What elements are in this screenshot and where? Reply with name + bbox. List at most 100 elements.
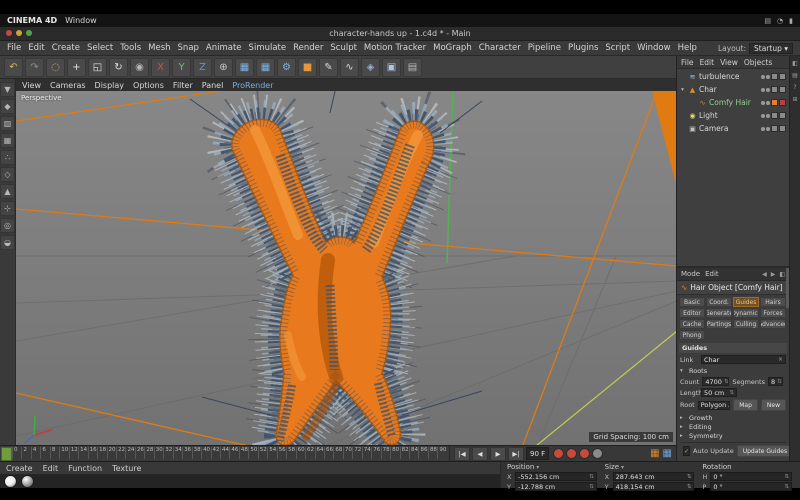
timeline-tick[interactable]: 26 [135,447,144,459]
menu-item[interactable]: Select [87,43,113,53]
size-field[interactable]: 287.643 cm⇅ [613,472,695,481]
menu-item[interactable]: MoGraph [433,43,472,53]
timeline-tick[interactable]: 32 [163,447,172,459]
tab-Partings[interactable]: Partings [706,319,732,329]
map-button[interactable]: Map [733,399,758,411]
render-view-icon[interactable]: ▦ [235,58,254,77]
menu-item[interactable]: Snap [178,43,199,53]
play-button[interactable]: ▶ [490,447,506,461]
viewport-menu-item[interactable]: Cameras [50,81,86,90]
timeline-tick[interactable]: 74 [362,447,371,459]
back-icon[interactable]: ◀ [762,271,767,278]
object-tag-icon[interactable] [771,86,778,93]
window-control-button[interactable] [6,30,12,36]
timeline-tick[interactable]: 66 [324,447,333,459]
viewport-solo-icon[interactable]: ◎ [0,218,15,233]
timeline-tick[interactable]: 40 [201,447,210,459]
timeline-tick[interactable]: 54 [267,447,276,459]
material-menu-item[interactable]: Create [6,464,33,473]
timeline-tick[interactable]: 76 [371,447,380,459]
timeline-tick[interactable]: 16 [88,447,97,459]
menu-item[interactable]: Tools [120,43,141,53]
timeline-tick[interactable]: 8 [50,447,59,459]
tab-Phong[interactable]: Phong [679,330,705,340]
timeline-tick[interactable]: 28 [144,447,153,459]
record-key-icon[interactable] [566,448,577,459]
link-field[interactable]: Char× [701,355,786,364]
menu-item[interactable]: Motion Tracker [364,43,426,53]
timeline-tick[interactable]: 72 [352,447,361,459]
subdivision-icon[interactable]: ◈ [361,58,380,77]
lock-y-icon[interactable]: Y [172,58,191,77]
timeline-tick[interactable]: 10 [59,447,68,459]
keyframe-selection-icon[interactable]: ▦ [650,449,659,459]
help-icon[interactable]: ? [793,84,796,91]
menu-item[interactable]: Script [605,43,630,53]
points-mode-icon[interactable]: ∴ [0,150,15,165]
lock-z-icon[interactable]: Z [193,58,212,77]
timeline-tick[interactable]: 30 [154,447,163,459]
material-thumbnail[interactable] [21,475,34,488]
timeline-ruler[interactable]: 0246810121416182022242628303234363840424… [0,446,449,461]
tab-Editor[interactable]: Editor [679,308,705,318]
timeline-tick[interactable]: 52 [258,447,267,459]
editor-enable-dot[interactable] [761,88,765,92]
guides-section-header[interactable]: Guides [679,343,787,353]
timeline-tick[interactable]: 84 [409,447,418,459]
render-settings-icon[interactable]: ⚙ [277,58,296,77]
clear-icon[interactable]: × [778,356,783,363]
update-guides-button[interactable]: Update Guides [737,445,789,457]
timeline-tick[interactable]: 78 [381,447,390,459]
add-cube-icon[interactable]: ■ [298,58,317,77]
auto-update-checkbox[interactable]: ✓ [683,446,690,456]
enable-axis-icon[interactable]: ⊹ [0,201,15,216]
spline-tool-icon[interactable]: ∿ [340,58,359,77]
timeline-tick[interactable]: 68 [333,447,342,459]
mode-menu[interactable]: Mode [681,270,700,278]
tab-Forces[interactable]: Forces [760,308,786,318]
chevron-down-icon[interactable]: ▾ [536,464,539,471]
object-tag-icon[interactable] [779,125,786,132]
viewport-canvas[interactable] [16,91,676,445]
length-field[interactable]: 50 cm⇅ [701,388,737,397]
timeline-playhead[interactable] [1,447,12,461]
section-toggle-Editing[interactable]: ▸ Editing [680,422,786,431]
timeline-tick[interactable]: 14 [78,447,87,459]
new-button[interactable]: New [761,399,786,411]
timeline-tick[interactable]: 48 [239,447,248,459]
menu-item[interactable]: Pipeline [528,43,561,53]
menu-item[interactable]: Render [293,43,323,53]
timeline-tick[interactable]: 24 [125,447,134,459]
editor-enable-dot[interactable] [761,127,765,131]
tab-Generate[interactable]: Generate [706,308,732,318]
timeline-tick[interactable]: 34 [173,447,182,459]
editor-enable-dot[interactable] [761,75,765,79]
timeline-tick[interactable]: 2 [21,447,30,459]
timeline-tick[interactable]: 18 [97,447,106,459]
section-toggle-Symmetry[interactable]: ▸ Symmetry [680,431,786,440]
object-tag-icon[interactable] [779,73,786,80]
object-tag-icon[interactable] [771,99,778,106]
tab-Advanced[interactable]: Advanced [760,319,786,329]
polygons-mode-icon[interactable]: ▲ [0,184,15,199]
editor-enable-dot[interactable] [761,101,765,105]
menu-item[interactable]: Character [479,43,521,53]
edges-mode-icon[interactable]: ◇ [0,167,15,182]
timeline-tick[interactable]: 38 [192,447,201,459]
object-item[interactable]: ≋ turbulence [677,70,789,83]
timeline-tick[interactable]: 42 [211,447,220,459]
object-item[interactable]: ∿ Comfy Hair [677,96,789,109]
render-enable-dot[interactable] [766,127,770,131]
position-field[interactable]: -552.156 cm⇅ [515,472,597,481]
viewport-menu-item[interactable]: View [22,81,41,90]
viewport-menu-item[interactable]: Options [133,81,164,90]
timeline-tick[interactable]: 90 [437,447,446,459]
timeline-tick[interactable]: 22 [116,447,125,459]
object-item[interactable]: ▣ Camera [677,122,789,135]
goto-start-button[interactable]: |◀ [454,447,470,461]
record-key-icon[interactable] [592,448,603,459]
timeline-tick[interactable]: 44 [220,447,229,459]
menu-item[interactable]: Window [637,43,671,53]
viewport-menu-item[interactable]: ProRender [232,81,273,90]
menu-item[interactable]: File [7,43,21,53]
